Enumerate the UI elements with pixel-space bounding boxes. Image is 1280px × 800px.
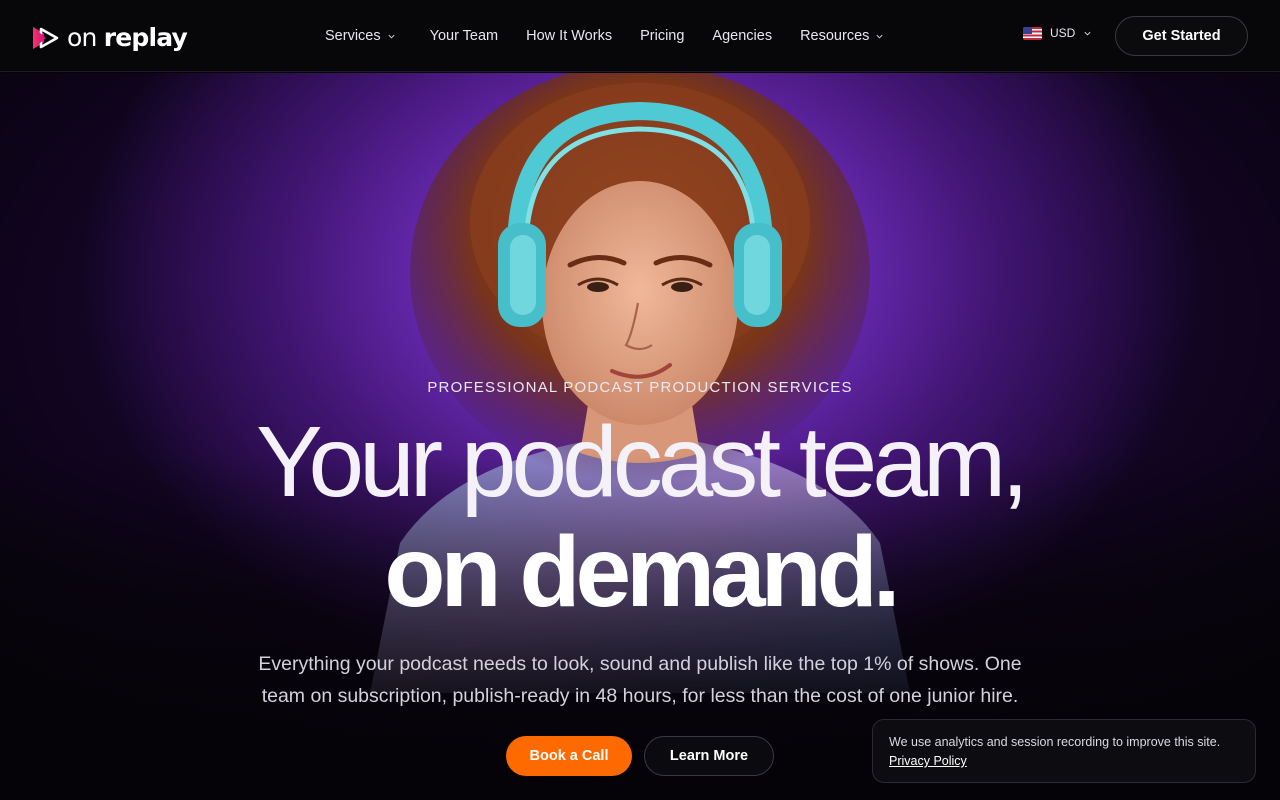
book-a-call-button[interactable]: Book a Call [506, 736, 632, 776]
nav-item-how-it-works-label: How It Works [526, 28, 613, 44]
hero-headline-line2: on demand. [384, 516, 900, 628]
chevron-down-icon [1084, 31, 1091, 36]
brand-wordmark-bold: replay [103, 23, 188, 52]
nav-item-resources-label: Resources [800, 28, 870, 44]
main-menu: Services Your Team How It Works Pricing … [325, 0, 884, 72]
nav-item-how-it-works[interactable]: How It Works [526, 28, 612, 44]
brand-wordmark-light: on [67, 23, 97, 52]
currency-label: USD [1050, 26, 1076, 40]
cookie-banner: We use analytics and session recording t… [872, 719, 1256, 783]
nav-item-your-team-label: Your Team [429, 28, 499, 44]
hero-eyebrow: PROFESSIONAL PODCAST PRODUCTION SERVICES [427, 379, 853, 396]
nav-item-services[interactable]: Services [325, 28, 396, 44]
cookie-banner-text: We use analytics and session recording t… [889, 735, 1221, 749]
play-triangle-icon [33, 26, 59, 49]
hero-headline-line1: Your podcast team, [256, 406, 1029, 518]
learn-more-button[interactable]: Learn More [644, 736, 774, 776]
brand-wordmark: on replay [67, 23, 188, 52]
get-started-button[interactable]: Get Started [1115, 16, 1248, 56]
brand-logo[interactable]: on replay [32, 23, 188, 52]
hero-subcopy: Everything your podcast needs to look, s… [258, 653, 1022, 707]
chevron-down-icon [876, 34, 883, 39]
privacy-policy-link[interactable]: Privacy Policy [889, 754, 967, 768]
us-flag-icon [1023, 26, 1042, 40]
nav-item-your-team[interactable]: Your Team [430, 28, 499, 44]
chevron-down-icon [388, 34, 395, 39]
nav-item-agencies-label: Agencies [712, 28, 773, 44]
nav-item-agencies[interactable]: Agencies [712, 28, 772, 44]
nav-item-pricing-label: Pricing [640, 28, 685, 44]
hero-section: PROFESSIONAL PODCAST PRODUCTION SERVICES… [0, 73, 1280, 800]
nav-item-resources[interactable]: Resources [800, 28, 884, 44]
currency-selector[interactable]: USD [1023, 26, 1092, 40]
nav-item-services-label: Services [325, 28, 381, 44]
nav-item-pricing[interactable]: Pricing [640, 28, 684, 44]
top-navigation: on replay Services Your Team How It Work… [0, 0, 1280, 72]
